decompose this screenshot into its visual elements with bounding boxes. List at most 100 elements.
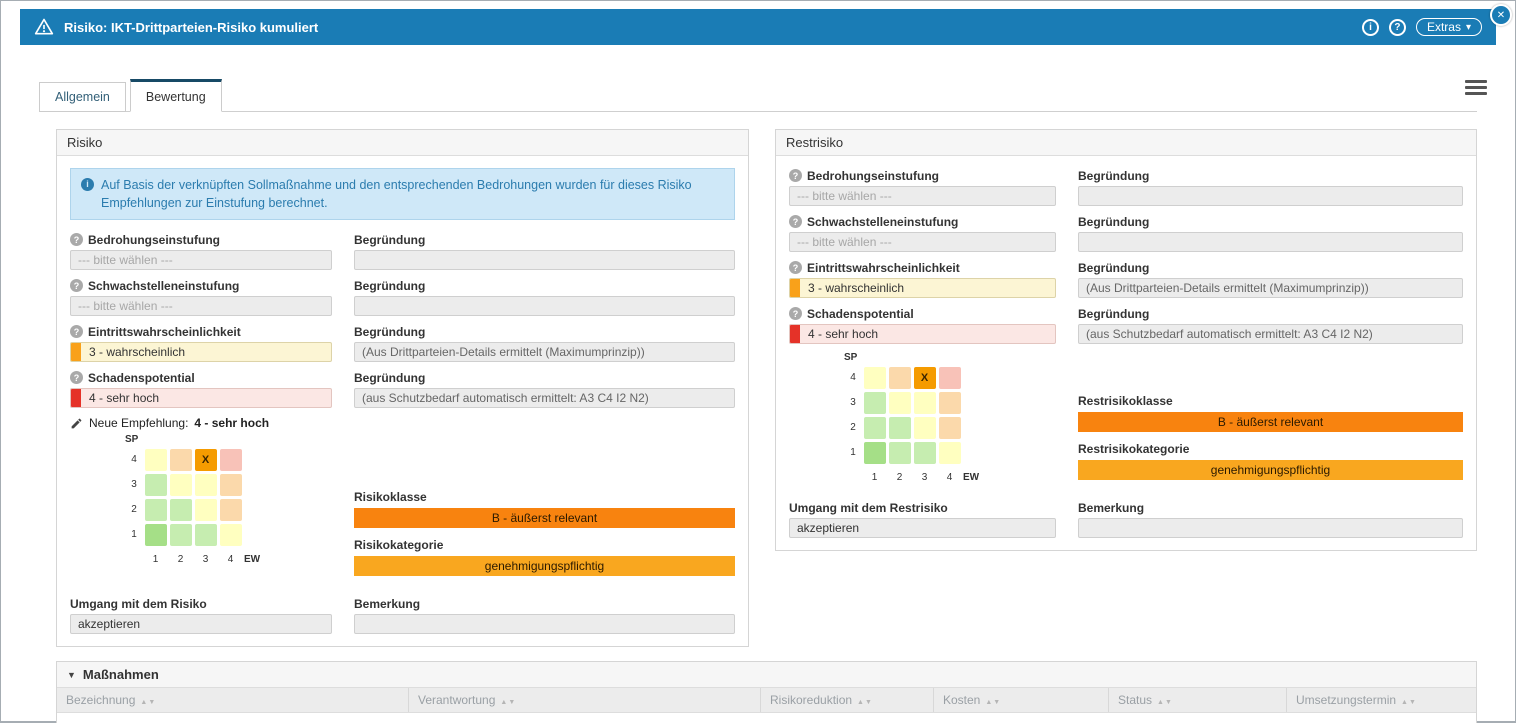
matrix-row-label: 3 <box>850 397 856 408</box>
field-help-icon[interactable]: ? <box>70 325 83 338</box>
tab-bar: Allgemein Bewertung <box>39 79 1477 112</box>
matrix-cell <box>889 442 911 464</box>
extras-button[interactable]: Extras ▾ <box>1416 18 1482 36</box>
rest-bedrohungseinstufung-select: --- bitte wählen --- <box>789 186 1056 206</box>
matrix-row-label: 4 <box>850 372 856 383</box>
bemerkung-label: Bemerkung <box>354 596 735 611</box>
matrix-cell <box>914 417 936 439</box>
tab-bewertung[interactable]: Bewertung <box>130 79 222 112</box>
matrix-cell <box>939 367 961 389</box>
restrisikoklasse-value: B - äußerst relevant <box>1078 412 1463 432</box>
help-circle-icon[interactable]: ? <box>1389 19 1406 36</box>
matrix-cell <box>889 392 911 414</box>
rest-schadenspotential-select[interactable]: 4 - sehr hoch <box>789 324 1056 344</box>
field-help-icon[interactable]: ? <box>789 261 802 274</box>
massnahmen-table-header: Bezeichnung▲▼Verantwortung▲▼Risikoredukt… <box>57 688 1476 713</box>
begruendung-label: Begründung <box>354 278 735 293</box>
matrix-cell <box>220 524 242 546</box>
column-header-status[interactable]: Status▲▼ <box>1109 688 1287 712</box>
info-circle-icon[interactable]: i <box>1362 19 1379 36</box>
rest-eintrittswahrscheinlichkeit-select[interactable]: 3 - wahrscheinlich <box>789 278 1056 298</box>
eintrittswahrscheinlichkeit-select[interactable]: 3 - wahrscheinlich <box>70 342 332 362</box>
matrix-col-label: 3 <box>203 554 209 565</box>
matrix-cell <box>195 524 217 546</box>
risiko-matrix: SP 4X3211234EW <box>125 434 332 572</box>
rest-bedrohung-begruendung-input <box>1078 186 1463 206</box>
column-header-verantwortung[interactable]: Verantwortung▲▼ <box>409 688 761 712</box>
rest-umgang-select[interactable]: akzeptieren <box>789 518 1056 538</box>
field-help-icon[interactable]: ? <box>789 169 802 182</box>
field-help-icon[interactable]: ? <box>70 371 83 384</box>
info-icon: i <box>81 178 94 191</box>
matrix-col-label: 4 <box>228 554 234 565</box>
field-help-icon[interactable]: ? <box>789 215 802 228</box>
matrix-y-axis-label: SP <box>125 434 332 445</box>
umgang-label: Umgang mit dem Risiko <box>70 596 332 611</box>
close-button[interactable]: ✕ <box>1490 4 1512 26</box>
matrix-row-label: 1 <box>131 529 137 540</box>
field-help-icon[interactable]: ? <box>70 233 83 246</box>
matrix-cell <box>220 449 242 471</box>
sp-begruendung-input: (aus Schutzbedarf automatisch ermittelt:… <box>354 388 735 408</box>
risikokategorie-value: genehmigungspflichtig <box>354 556 735 576</box>
risiko-panel-title: Risiko <box>57 130 748 156</box>
matrix-marker-cell: X <box>914 367 936 389</box>
schwachstelleneinstufung-select: --- bitte wählen --- <box>70 296 332 316</box>
restrisiko-panel-title: Restrisiko <box>776 130 1476 156</box>
window-title: Risiko: IKT-Drittparteien-Risiko kumulie… <box>64 20 318 35</box>
neue-empfehlung: Neue Empfehlung: 4 - sehr hoch <box>70 416 735 430</box>
empfehlung-value: 4 - sehr hoch <box>194 416 269 430</box>
ew-begruendung-input: (Aus Drittparteien-Details ermittelt (Ma… <box>354 342 735 362</box>
matrix-col-label: 1 <box>872 472 878 483</box>
extras-label: Extras <box>1427 20 1461 34</box>
eintrittswahrscheinlichkeit-label: ? Eintrittswahrscheinlichkeit <box>70 324 332 339</box>
tab-allgemein[interactable]: Allgemein <box>39 82 126 112</box>
sort-icons: ▲▼ <box>140 699 156 706</box>
rest-schwachstellen-begruendung-input <box>1078 232 1463 252</box>
rest-schwachstelleneinstufung-label: ? Schwachstelleneinstufung <box>789 214 1056 229</box>
matrix-cell <box>170 524 192 546</box>
matrix-col-label: 2 <box>178 554 184 565</box>
rest-umgang-label: Umgang mit dem Restrisiko <box>789 500 1056 515</box>
risk-dialog-window: Risiko: IKT-Drittparteien-Risiko kumulie… <box>0 0 1516 723</box>
field-help-icon[interactable]: ? <box>789 307 802 320</box>
matrix-cell <box>145 499 167 521</box>
sort-icons: ▲▼ <box>857 699 873 706</box>
sort-icons: ▲▼ <box>1157 699 1173 706</box>
matrix-cell <box>145 449 167 471</box>
restrisikokategorie-value: genehmigungspflichtig <box>1078 460 1463 480</box>
matrix-cell <box>939 417 961 439</box>
bemerkung-input <box>354 614 735 634</box>
matrix-cell <box>914 392 936 414</box>
schadenspotential-label: ? Schadenspotential <box>70 370 332 385</box>
bedrohungseinstufung-select: --- bitte wählen --- <box>70 250 332 270</box>
matrix-cell <box>914 442 936 464</box>
sort-icons: ▲▼ <box>500 699 516 706</box>
schadenspotential-select[interactable]: 4 - sehr hoch <box>70 388 332 408</box>
rest-bedrohungseinstufung-label: ? Bedrohungseinstufung <box>789 168 1056 183</box>
caret-down-icon: ▾ <box>1466 22 1471 33</box>
matrix-cell <box>889 367 911 389</box>
matrix-cell <box>939 442 961 464</box>
column-header-kosten[interactable]: Kosten▲▼ <box>934 688 1109 712</box>
rest-sp-begruendung-input: (aus Schutzbedarf automatisch ermittelt:… <box>1078 324 1463 344</box>
column-header-umsetzungstermin[interactable]: Umsetzungstermin▲▼ <box>1287 688 1476 712</box>
matrix-row-label: 2 <box>131 504 137 515</box>
risikokategorie-label: Risikokategorie <box>354 538 735 552</box>
rest-bemerkung-label: Bemerkung <box>1078 500 1463 515</box>
column-header-risikoreduktion[interactable]: Risikoreduktion▲▼ <box>761 688 934 712</box>
schwachstellen-begruendung-input <box>354 296 735 316</box>
matrix-cell <box>864 417 886 439</box>
field-help-icon[interactable]: ? <box>70 279 83 292</box>
massnahmen-title: Maßnahmen <box>83 667 159 682</box>
massnahmen-header[interactable]: ▼ Maßnahmen <box>57 662 1476 688</box>
matrix-row-label: 1 <box>850 447 856 458</box>
matrix-row-label: 2 <box>850 422 856 433</box>
restrisikokategorie-label: Restrisikokategorie <box>1078 442 1463 456</box>
view-options-button[interactable] <box>1465 77 1487 97</box>
umgang-select[interactable]: akzeptieren <box>70 614 332 634</box>
rest-schwachstelleneinstufung-select: --- bitte wählen --- <box>789 232 1056 252</box>
matrix-col-label: 2 <box>897 472 903 483</box>
column-header-bezeichnung[interactable]: Bezeichnung▲▼ <box>57 688 409 712</box>
begruendung-label: Begründung <box>1078 306 1463 321</box>
